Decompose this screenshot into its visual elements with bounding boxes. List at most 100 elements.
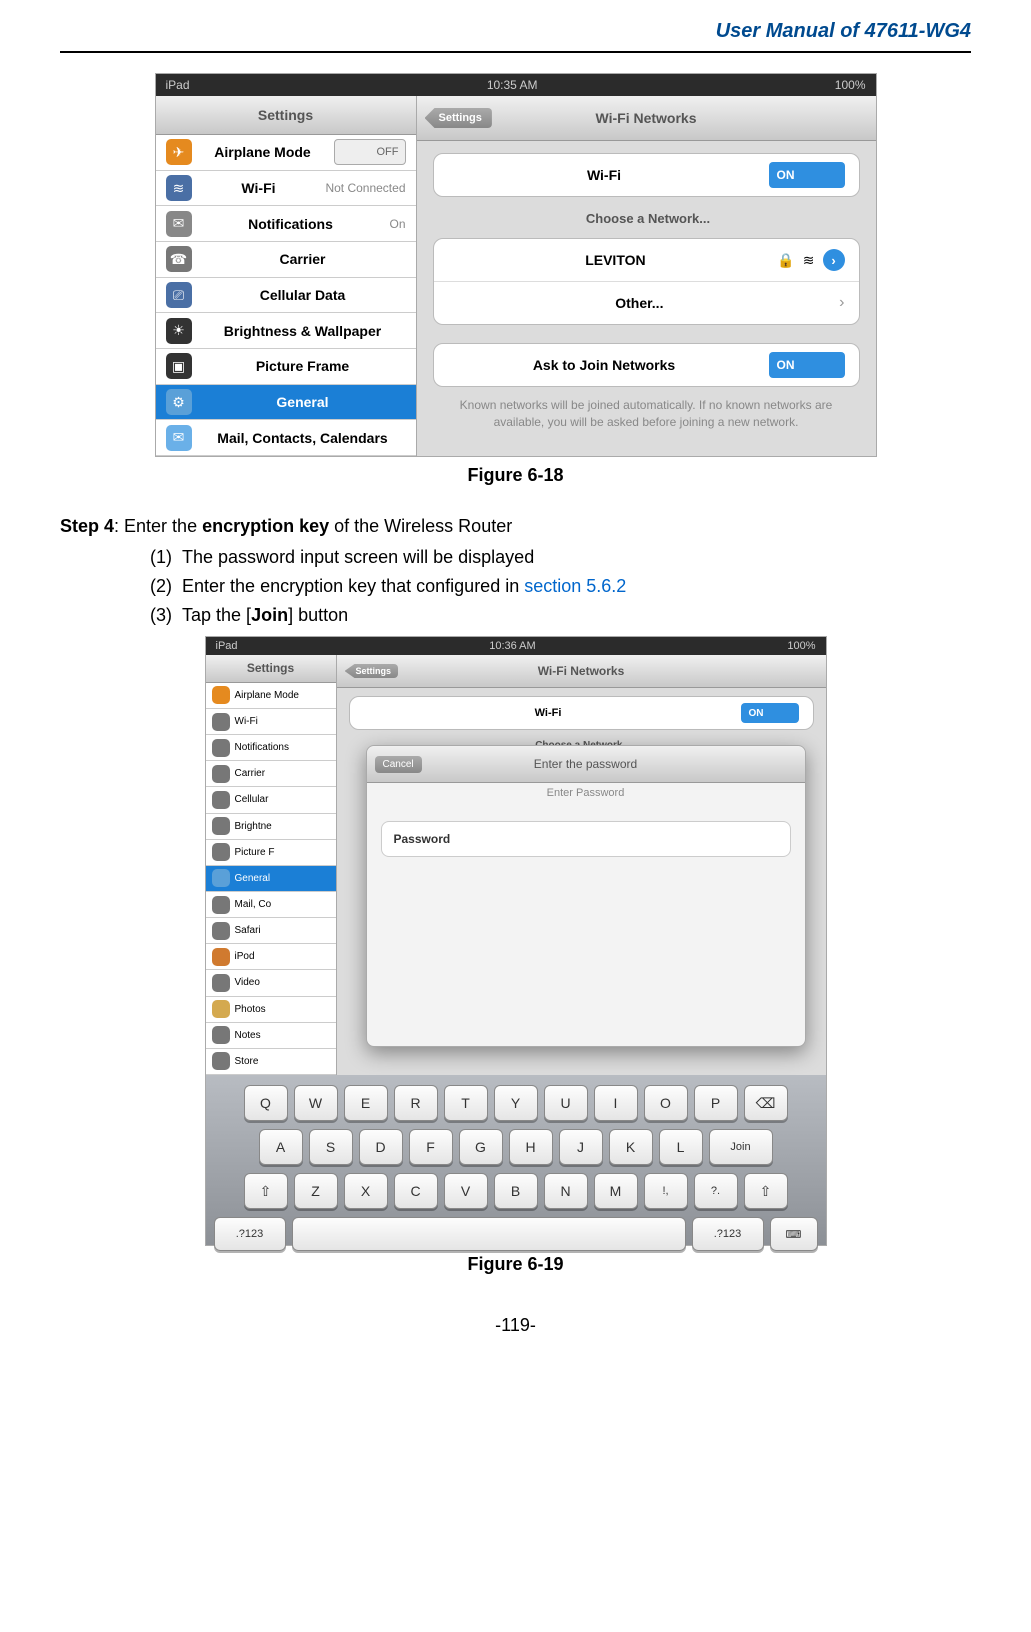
key-question-period[interactable]: ?. <box>694 1173 738 1209</box>
sidebar-item-notifications[interactable]: ✉ Notifications On <box>156 206 416 242</box>
sidebar-item[interactable]: Notes <box>206 1023 336 1049</box>
carrier-icon: ☎ <box>166 246 192 272</box>
key-shift-right[interactable]: ⇧ <box>744 1173 788 1209</box>
substep-num: (2) <box>150 576 172 596</box>
back-button[interactable]: Settings <box>345 664 399 678</box>
key-l[interactable]: L <box>659 1129 703 1165</box>
key-numbers-left[interactable]: .?123 <box>214 1217 286 1251</box>
wifi-toggle-group: Wi-Fi ON <box>433 153 860 197</box>
ask-on-toggle[interactable]: ON <box>769 352 845 378</box>
wifi-toggle-group: Wi-Fi ON <box>349 696 814 730</box>
sidebar-item-value: Not Connected <box>325 181 405 195</box>
sidebar-item[interactable]: Picture F <box>206 840 336 866</box>
wifi-toggle-row[interactable]: Wi-Fi ON <box>350 697 813 729</box>
settings-sidebar: Settings ✈ Airplane Mode OFF ≋ Wi-Fi Not… <box>156 96 417 456</box>
doc-header: User Manual of 47611-WG4 <box>60 20 971 51</box>
figure-6-19: iPad 10:36 AM 100% Settings Airplane Mod… <box>60 636 971 1275</box>
status-center: 10:36 AM <box>238 640 788 652</box>
key-j[interactable]: J <box>559 1129 603 1165</box>
sidebar-item[interactable]: Mail, Co <box>206 892 336 918</box>
substep-1: (1) The password input screen will be di… <box>150 547 971 568</box>
key-f[interactable]: F <box>409 1129 453 1165</box>
key-join[interactable]: Join <box>709 1129 773 1165</box>
sidebar-item-general[interactable]: ⚙ General <box>156 385 416 421</box>
key-q[interactable]: Q <box>244 1085 288 1121</box>
key-a[interactable]: A <box>259 1129 303 1165</box>
sidebar-item-carrier[interactable]: ☎ Carrier <box>156 242 416 278</box>
sidebar-item[interactable]: iPod <box>206 944 336 970</box>
detail-disclosure-icon[interactable]: › <box>823 249 845 271</box>
step-4-heading: Step 4: Enter the encryption key of the … <box>60 516 971 537</box>
key-t[interactable]: T <box>444 1085 488 1121</box>
ask-join-row[interactable]: Ask to Join Networks ON <box>434 344 859 386</box>
key-r[interactable]: R <box>394 1085 438 1121</box>
password-field[interactable]: Password <box>381 821 791 857</box>
sidebar-item[interactable]: Store <box>206 1049 336 1075</box>
wifi-on-toggle[interactable]: ON <box>741 703 799 723</box>
key-h[interactable]: H <box>509 1129 553 1165</box>
airplane-toggle[interactable]: OFF <box>334 139 406 165</box>
key-s[interactable]: S <box>309 1129 353 1165</box>
sidebar-item-general[interactable]: General <box>206 866 336 892</box>
key-k[interactable]: K <box>609 1129 653 1165</box>
sidebar-item-mail[interactable]: ✉ Mail, Contacts, Calendars <box>156 420 416 456</box>
key-x[interactable]: X <box>344 1173 388 1209</box>
video-icon <box>212 974 230 992</box>
section-link[interactable]: section 5.6.2 <box>524 576 626 596</box>
ask-join-group: Ask to Join Networks ON <box>433 343 860 387</box>
modal-header: Cancel Enter the password <box>367 746 805 783</box>
sidebar-item[interactable]: Carrier <box>206 761 336 787</box>
key-shift-left[interactable]: ⇧ <box>244 1173 288 1209</box>
key-i[interactable]: I <box>594 1085 638 1121</box>
key-y[interactable]: Y <box>494 1085 538 1121</box>
network-row-other[interactable]: Other... › <box>434 282 859 324</box>
ask-note: Known networks will be joined automatica… <box>417 387 876 431</box>
sidebar-item-airplane[interactable]: ✈ Airplane Mode OFF <box>156 135 416 171</box>
back-button[interactable]: Settings <box>425 108 492 128</box>
pane-header: Settings Wi-Fi Networks <box>337 655 826 688</box>
key-exclaim-comma[interactable]: !, <box>644 1173 688 1209</box>
key-p[interactable]: P <box>694 1085 738 1121</box>
key-c[interactable]: C <box>394 1173 438 1209</box>
password-modal: Cancel Enter the password Enter Password… <box>366 745 806 1047</box>
sidebar-item-cellular[interactable]: ⎚ Cellular Data <box>156 278 416 314</box>
status-right: 100% <box>835 78 866 92</box>
sidebar-item-wifi[interactable]: ≋ Wi-Fi Not Connected <box>156 171 416 207</box>
key-space[interactable] <box>292 1217 686 1251</box>
substep-text: ] button <box>288 605 348 625</box>
key-backspace[interactable]: ⌫ <box>744 1085 788 1121</box>
key-e[interactable]: E <box>344 1085 388 1121</box>
key-d[interactable]: D <box>359 1129 403 1165</box>
key-u[interactable]: U <box>544 1085 588 1121</box>
key-n[interactable]: N <box>544 1173 588 1209</box>
airplane-icon: ✈ <box>166 139 192 165</box>
key-v[interactable]: V <box>444 1173 488 1209</box>
ipad-screenshot-2: iPad 10:36 AM 100% Settings Airplane Mod… <box>205 636 827 1246</box>
key-w[interactable]: W <box>294 1085 338 1121</box>
key-hide-keyboard[interactable]: ⌨ <box>770 1217 818 1251</box>
key-z[interactable]: Z <box>294 1173 338 1209</box>
sidebar-item-picture-frame[interactable]: ▣ Picture Frame <box>156 349 416 385</box>
sidebar-item[interactable]: Notifications <box>206 735 336 761</box>
key-m[interactable]: M <box>594 1173 638 1209</box>
sidebar-item-label: Mail, Contacts, Calendars <box>200 430 406 446</box>
sidebar-item[interactable]: Safari <box>206 918 336 944</box>
key-g[interactable]: G <box>459 1129 503 1165</box>
sidebar-item[interactable]: Photos <box>206 997 336 1023</box>
sidebar-item[interactable]: Airplane Mode <box>206 683 336 709</box>
cancel-button[interactable]: Cancel <box>375 756 422 773</box>
sidebar-item[interactable]: Video <box>206 970 336 996</box>
network-row-leviton[interactable]: LEVITON 🔒 ≋ › <box>434 239 859 282</box>
sidebar-item[interactable]: Wi-Fi <box>206 709 336 735</box>
key-b[interactable]: B <box>494 1173 538 1209</box>
key-o[interactable]: O <box>644 1085 688 1121</box>
sidebar-item-label: Notifications <box>235 742 289 753</box>
status-right: 100% <box>787 640 815 652</box>
substep-text: Tap the [ <box>182 605 251 625</box>
sidebar-item[interactable]: Cellular <box>206 787 336 813</box>
wifi-toggle-row[interactable]: Wi-Fi ON <box>434 154 859 196</box>
wifi-on-toggle[interactable]: ON <box>769 162 845 188</box>
sidebar-item-brightness[interactable]: ☀ Brightness & Wallpaper <box>156 313 416 349</box>
key-numbers-right[interactable]: .?123 <box>692 1217 764 1251</box>
sidebar-item[interactable]: Brightne <box>206 814 336 840</box>
